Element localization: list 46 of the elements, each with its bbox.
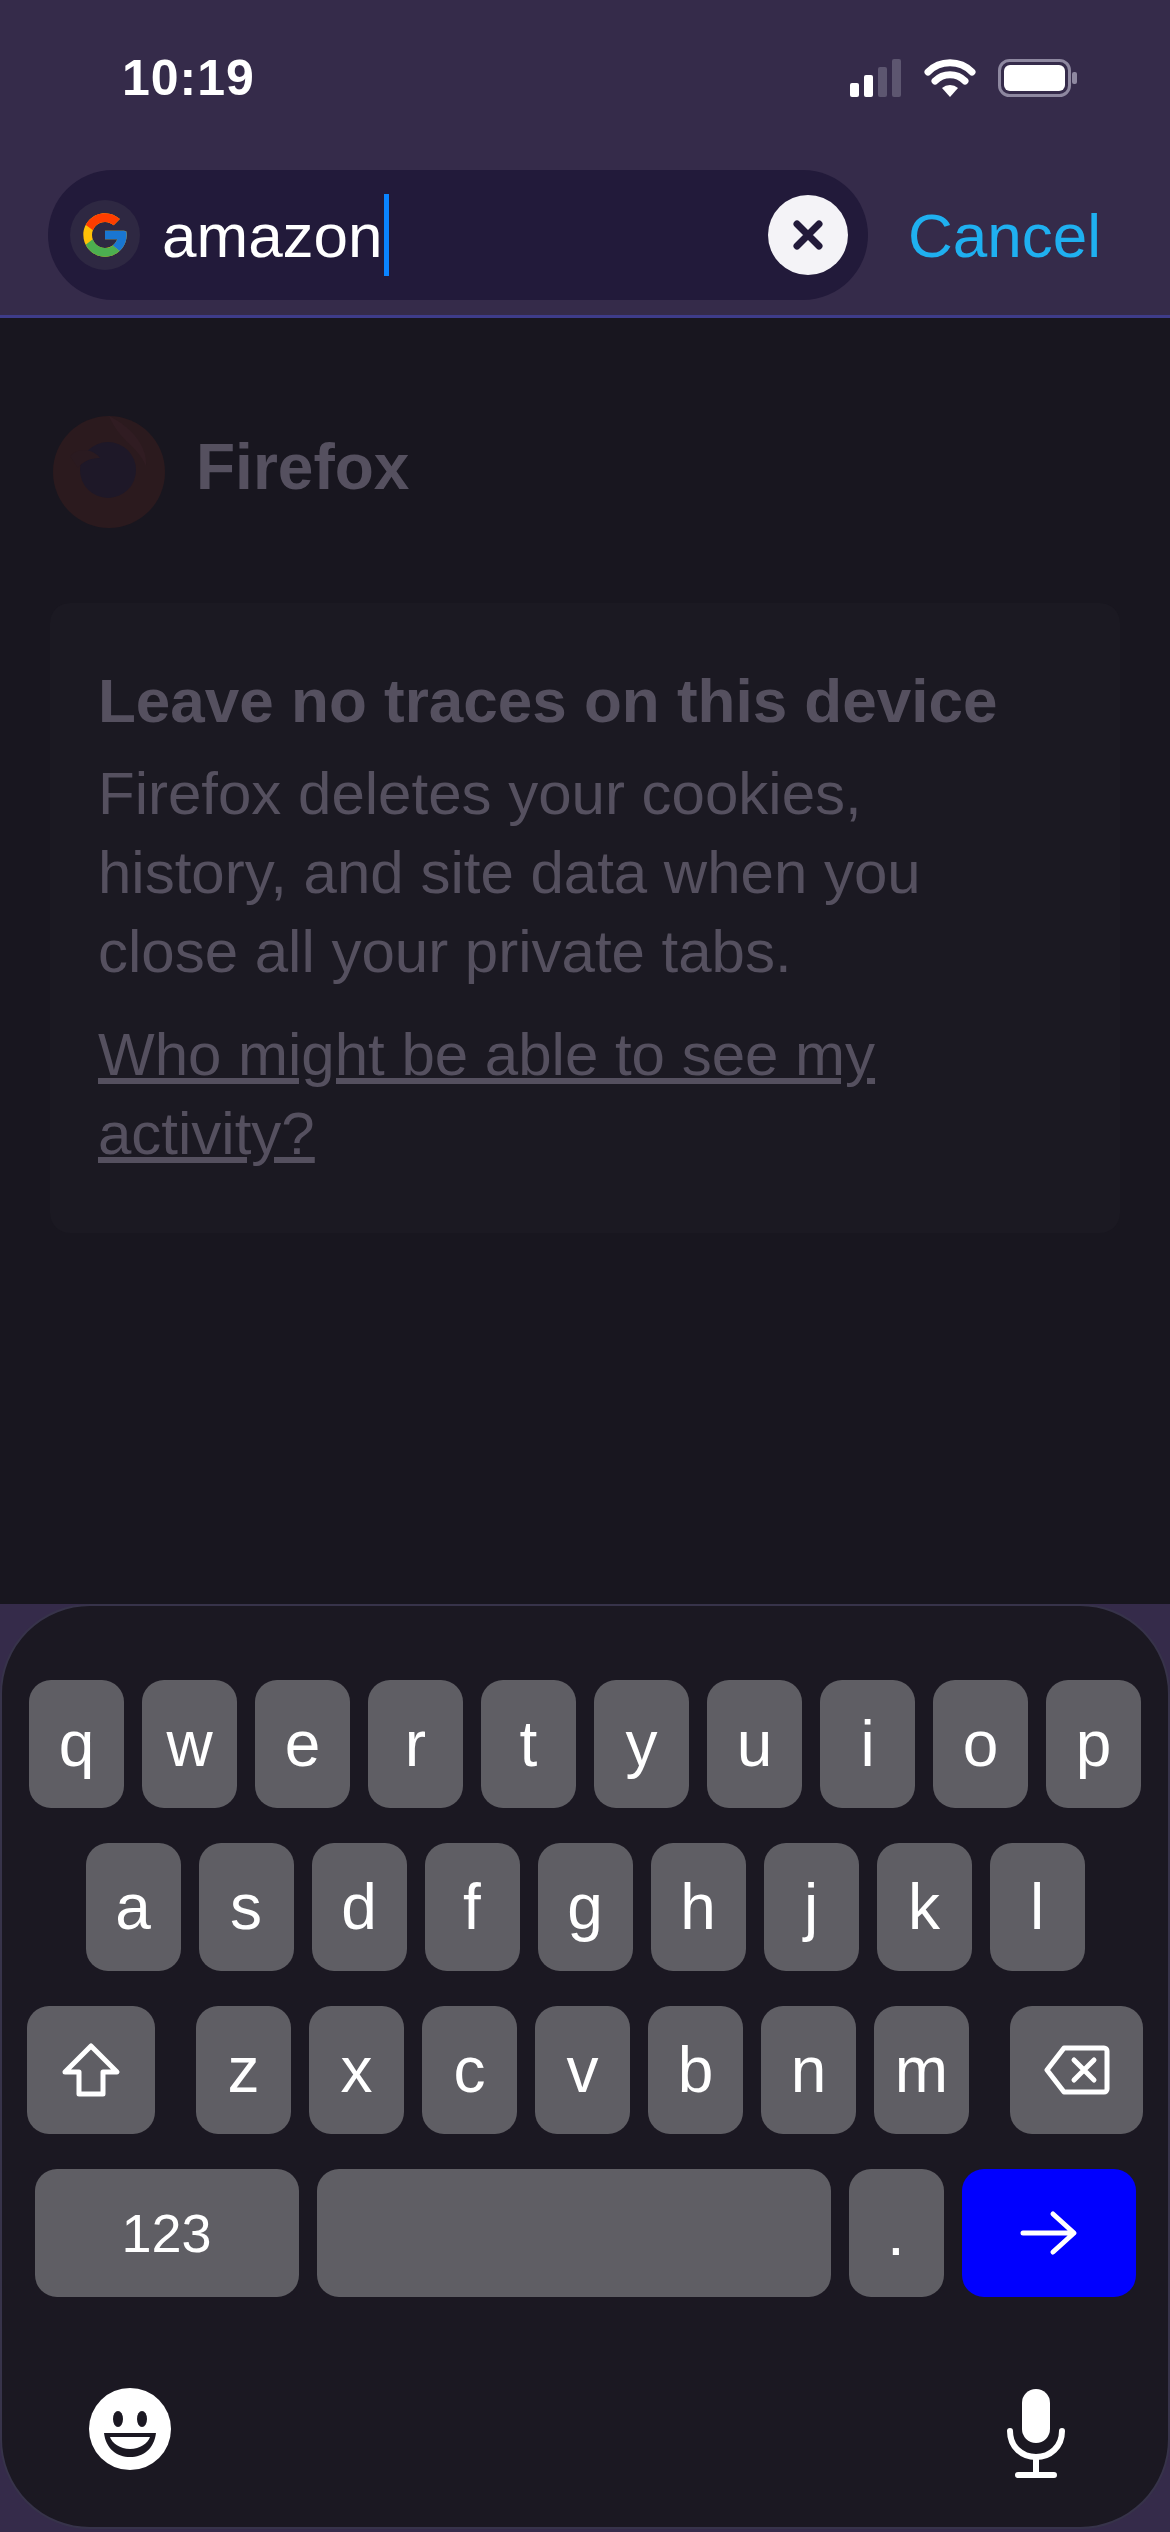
- key[interactable]: e: [255, 1680, 350, 1808]
- arrow-right-icon: [1019, 2210, 1078, 2256]
- key[interactable]: k: [876, 1843, 972, 1971]
- signal-icon: [850, 58, 902, 97]
- key[interactable]: m: [874, 2006, 969, 2134]
- wifi-icon: [924, 58, 976, 97]
- backspace-icon: [1043, 2045, 1110, 2095]
- key[interactable]: h: [650, 1843, 746, 1971]
- key[interactable]: s: [198, 1843, 294, 1971]
- card-heading: Leave no traces on this device: [98, 665, 999, 736]
- battery-icon: [998, 58, 1078, 97]
- key[interactable]: p: [1046, 1680, 1141, 1808]
- key[interactable]: b: [648, 2006, 743, 2134]
- status-time: 10:19: [122, 48, 255, 107]
- numbers-key[interactable]: 123: [34, 2169, 299, 2297]
- key[interactable]: t: [481, 1680, 576, 1808]
- key[interactable]: w: [142, 1680, 237, 1808]
- go-key[interactable]: [961, 2169, 1136, 2297]
- emoji-icon[interactable]: [88, 2387, 172, 2471]
- key[interactable]: i: [820, 1680, 915, 1808]
- key[interactable]: c: [422, 2006, 517, 2134]
- key[interactable]: l: [989, 1843, 1085, 1971]
- key[interactable]: a: [85, 1843, 181, 1971]
- key[interactable]: u: [707, 1680, 802, 1808]
- key[interactable]: f: [424, 1843, 520, 1971]
- key[interactable]: n: [761, 2006, 856, 2134]
- key[interactable]: g: [537, 1843, 633, 1971]
- microphone-icon[interactable]: [1004, 2387, 1068, 2479]
- card-body-text: Firefox deletes your cookies, history, and site data when you close all your private tabs.: [98, 759, 922, 987]
- key[interactable]: q: [29, 1680, 124, 1808]
- key[interactable]: r: [368, 1680, 463, 1808]
- key[interactable]: j: [763, 1843, 859, 1971]
- key[interactable]: o: [933, 1680, 1028, 1808]
- key[interactable]: v: [535, 2006, 630, 2134]
- key[interactable]: y: [594, 1680, 689, 1808]
- cancel-button[interactable]: Cancel: [908, 199, 1101, 271]
- clear-icon[interactable]: [768, 195, 848, 275]
- key[interactable]: x: [309, 2006, 404, 2134]
- logo-text: Firefox: [196, 430, 410, 504]
- shift-key[interactable]: [27, 2006, 155, 2134]
- search-field[interactable]: amazon: [48, 170, 868, 300]
- shift-icon: [61, 2042, 121, 2098]
- delete-key[interactable]: [1010, 2006, 1143, 2134]
- key[interactable]: d: [311, 1843, 407, 1971]
- key[interactable]: z: [196, 2006, 291, 2134]
- key[interactable]: .: [848, 2169, 944, 2297]
